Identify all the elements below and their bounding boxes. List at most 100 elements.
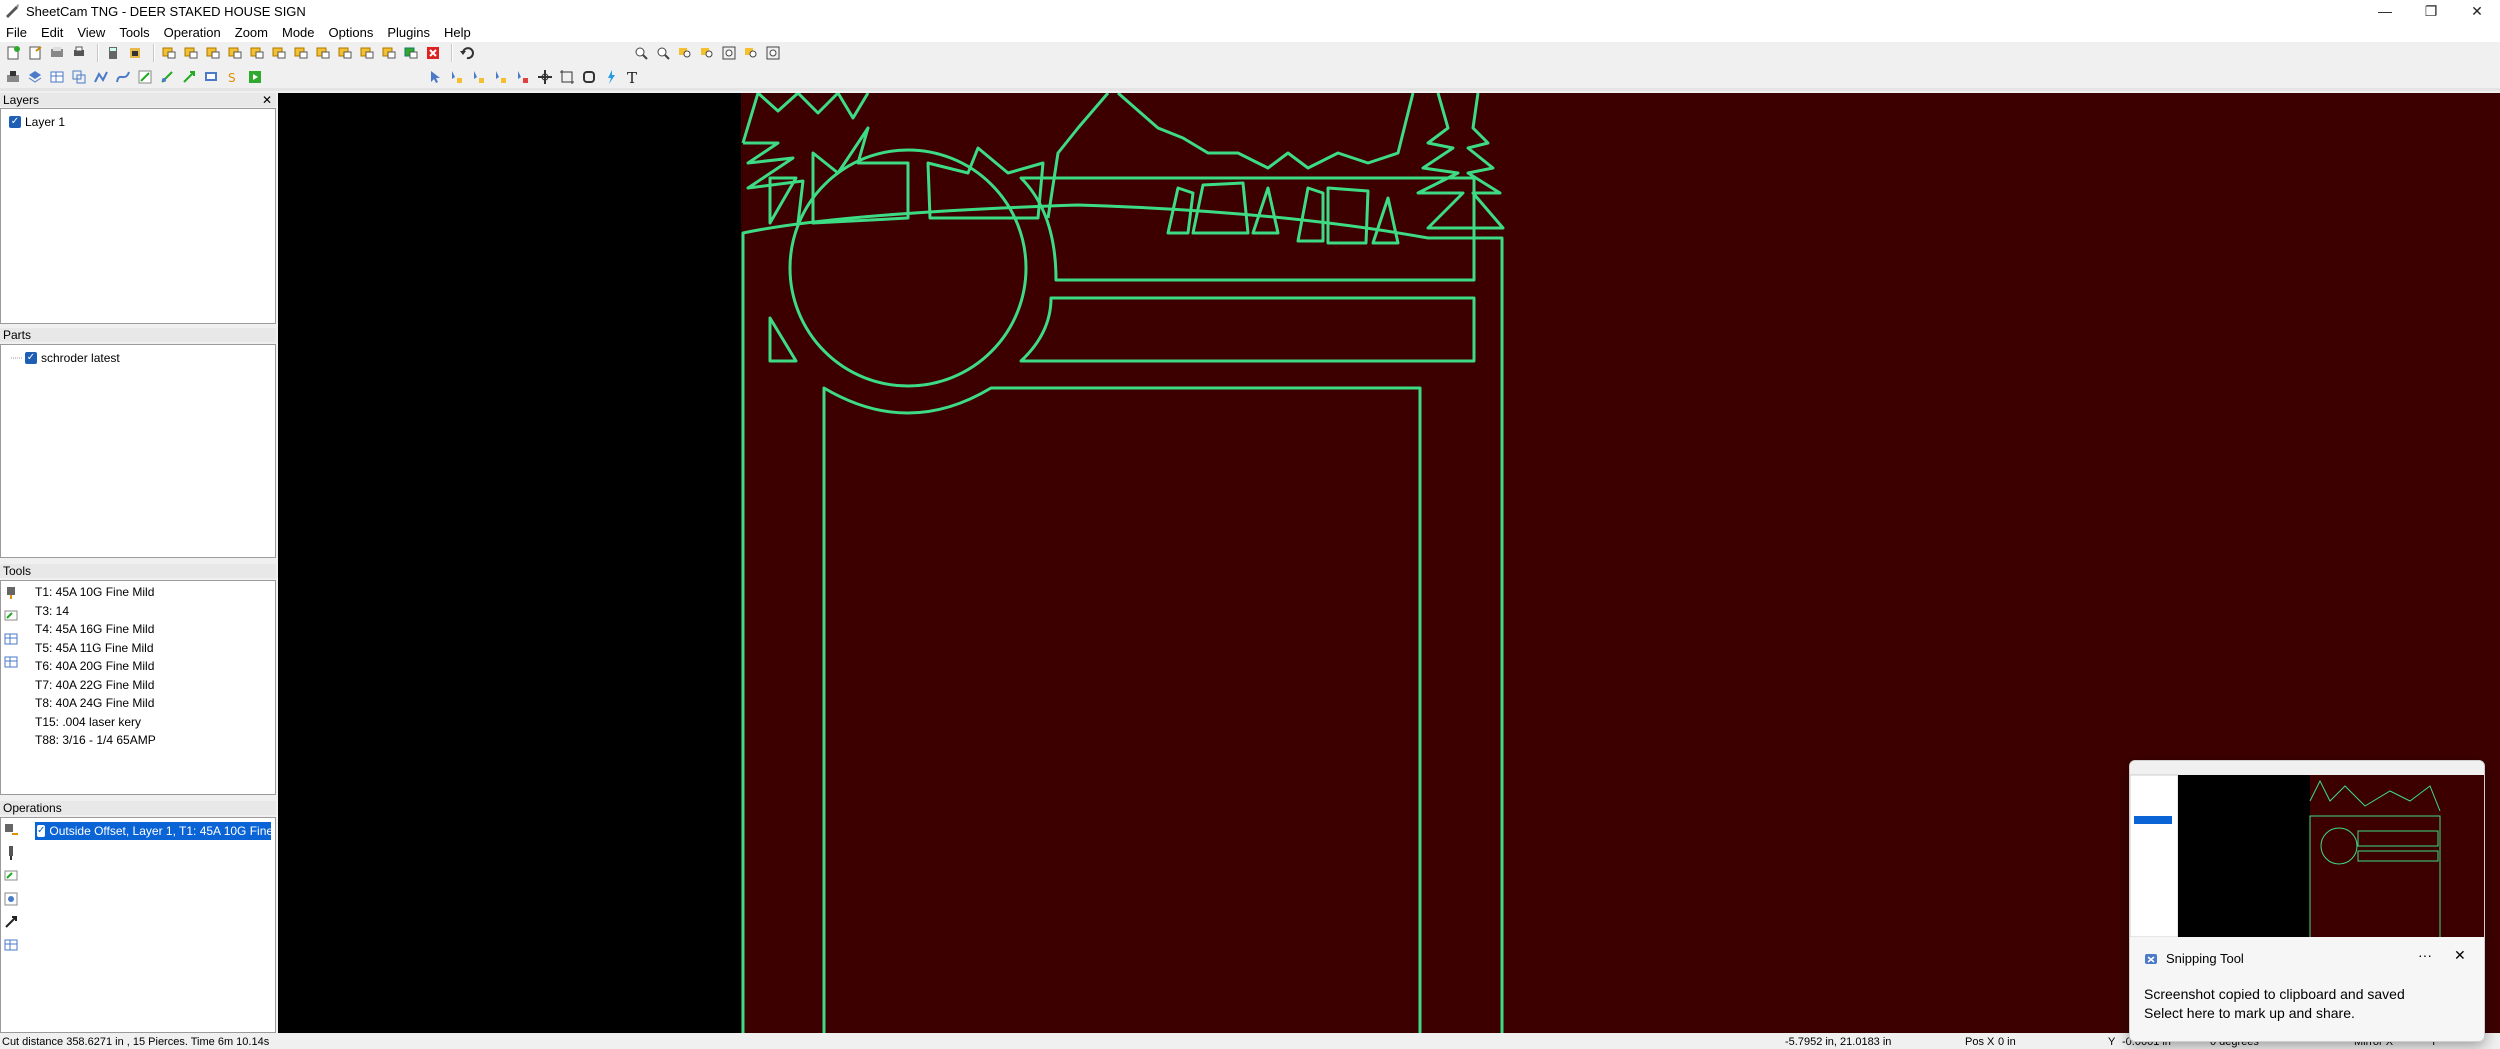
parts-icon[interactable] — [70, 68, 88, 86]
edit-operation-icon[interactable] — [3, 868, 19, 884]
table-icon[interactable] — [48, 68, 66, 86]
menu-tools[interactable]: Tools — [119, 25, 149, 40]
y-label: Y — [2108, 1036, 2116, 1048]
text-tool-icon[interactable]: T — [624, 68, 642, 86]
menu-help[interactable]: Help — [444, 25, 471, 40]
close-panels-icon[interactable]: ✕ — [262, 93, 272, 107]
tool-item[interactable]: T5: 45A 11G Fine Mild — [35, 641, 156, 660]
add-operation-icon[interactable] — [3, 822, 19, 838]
close-window-button[interactable]: ✕ — [2454, 0, 2500, 22]
tool-item[interactable]: T3: 14 — [35, 604, 156, 623]
zoom-part-icon[interactable] — [676, 44, 694, 62]
node-add-icon[interactable] — [470, 68, 488, 86]
snipping-tool-notification[interactable]: Snipping Tool ··· ✕ Screenshot copied to… — [2129, 760, 2485, 1042]
laser-icon[interactable] — [602, 68, 620, 86]
post-icon[interactable] — [202, 68, 220, 86]
menu-zoom[interactable]: Zoom — [235, 25, 268, 40]
operation-item-selected[interactable]: ✓ Outside Offset, Layer 1, T1: 45A 10G F… — [35, 822, 271, 840]
tool-item[interactable]: T8: 40A 24G Fine Mild — [35, 696, 156, 715]
crop-icon[interactable] — [558, 68, 576, 86]
print-icon[interactable] — [70, 44, 88, 62]
tool-list-icon[interactable] — [3, 654, 19, 670]
menu-edit[interactable]: Edit — [41, 25, 63, 40]
run-icon[interactable] — [246, 68, 264, 86]
rotate-icon[interactable] — [580, 68, 598, 86]
minimize-button[interactable]: — — [2362, 0, 2408, 22]
operation-label: Outside Offset, Layer 1, T1: 45A 10G Fin… — [49, 824, 271, 838]
offset-8-icon[interactable] — [314, 44, 332, 62]
tool-item[interactable]: T6: 40A 20G Fine Mild — [35, 659, 156, 678]
save-icon[interactable] — [48, 44, 66, 62]
operation-checkbox[interactable]: ✓ — [37, 825, 46, 837]
window-title: SheetCam TNG - DEER STAKED HOUSE SIGN — [26, 3, 306, 19]
menu-view[interactable]: View — [77, 25, 105, 40]
stop-icon[interactable] — [424, 44, 442, 62]
menu-plugins[interactable]: Plugins — [387, 25, 430, 40]
layer-checkbox[interactable]: ✓ — [9, 116, 21, 128]
offset-6-icon[interactable] — [270, 44, 288, 62]
menu-file[interactable]: File — [6, 25, 27, 40]
screenshot-thumbnail[interactable] — [2130, 761, 2484, 938]
part-checkbox[interactable]: ✓ — [25, 352, 37, 364]
zoom-all-icon[interactable] — [764, 44, 782, 62]
edit-path-icon[interactable] — [136, 68, 154, 86]
profile-icon[interactable] — [180, 68, 198, 86]
path-icon[interactable] — [92, 68, 110, 86]
parts-panel-title: Parts — [3, 328, 32, 342]
restore-button[interactable]: ❐ — [2408, 0, 2454, 22]
zoom-fit-icon[interactable] — [720, 44, 738, 62]
tool-item[interactable]: T1: 45A 10G Fine Mild — [35, 585, 156, 604]
code-icon[interactable]: S — [224, 68, 242, 86]
offset-2-icon[interactable] — [182, 44, 200, 62]
node-edit-icon[interactable] — [448, 68, 466, 86]
import-icon[interactable] — [126, 44, 144, 62]
pos-x-value: 0 in — [1998, 1036, 2016, 1048]
machine-icon[interactable] — [4, 68, 22, 86]
open-file-icon[interactable] — [26, 44, 44, 62]
offset-1-icon[interactable] — [160, 44, 178, 62]
tool-table-icon[interactable] — [3, 631, 19, 647]
toast-more-options-button[interactable]: ··· — [2418, 947, 2432, 963]
new-file-icon[interactable] — [4, 44, 22, 62]
move-icon[interactable] — [514, 68, 532, 86]
tool-item[interactable]: T88: 3/16 - 1/4 65AMP — [35, 733, 156, 752]
profile-operation-icon[interactable] — [3, 891, 19, 907]
zoom-window-icon[interactable] — [742, 44, 760, 62]
toast-close-button[interactable]: ✕ — [2454, 947, 2466, 964]
zoom-in-icon[interactable] — [632, 44, 650, 62]
menu-options[interactable]: Options — [329, 25, 374, 40]
add-tool-icon[interactable] — [3, 585, 19, 601]
cut-path-icon[interactable] — [3, 914, 19, 930]
zoom-out-icon[interactable] — [654, 44, 672, 62]
layer-row[interactable]: ✓ Layer 1 — [9, 113, 65, 131]
tools-panel-title: Tools — [3, 564, 32, 578]
menu-mode[interactable]: Mode — [282, 25, 315, 40]
curve-icon[interactable] — [114, 68, 132, 86]
offset-5-icon[interactable] — [248, 44, 266, 62]
tool-item[interactable]: T15: .004 laser kery — [35, 715, 156, 734]
undo-icon[interactable] — [458, 44, 476, 62]
edit-tool-icon[interactable] — [3, 608, 19, 624]
toast-subtext[interactable]: Select here to mark up and share. — [2144, 1005, 2355, 1021]
offset-11-icon[interactable] — [380, 44, 398, 62]
drill-operation-icon[interactable] — [3, 845, 19, 861]
operations-panel-title: Operations — [3, 801, 62, 815]
offset-12-icon[interactable] — [402, 44, 420, 62]
offset-4-icon[interactable] — [226, 44, 244, 62]
offset-9-icon[interactable] — [336, 44, 354, 62]
zoom-select-icon[interactable] — [698, 44, 716, 62]
node-move-icon[interactable] — [492, 68, 510, 86]
center-icon[interactable] — [536, 68, 554, 86]
tool-item[interactable]: T4: 45A 16G Fine Mild — [35, 622, 156, 641]
menu-operation[interactable]: Operation — [164, 25, 221, 40]
tool-item[interactable]: T7: 40A 22G Fine Mild — [35, 678, 156, 697]
part-row[interactable]: ✓ schroder latest — [25, 349, 120, 367]
offset-10-icon[interactable] — [358, 44, 376, 62]
operation-table-icon[interactable] — [3, 937, 19, 953]
drill-icon[interactable] — [158, 68, 176, 86]
layers-icon[interactable] — [26, 68, 44, 86]
offset-7-icon[interactable] — [292, 44, 310, 62]
select-arrow-icon[interactable] — [426, 68, 444, 86]
offset-3-icon[interactable] — [204, 44, 222, 62]
calculator-icon[interactable] — [104, 44, 122, 62]
